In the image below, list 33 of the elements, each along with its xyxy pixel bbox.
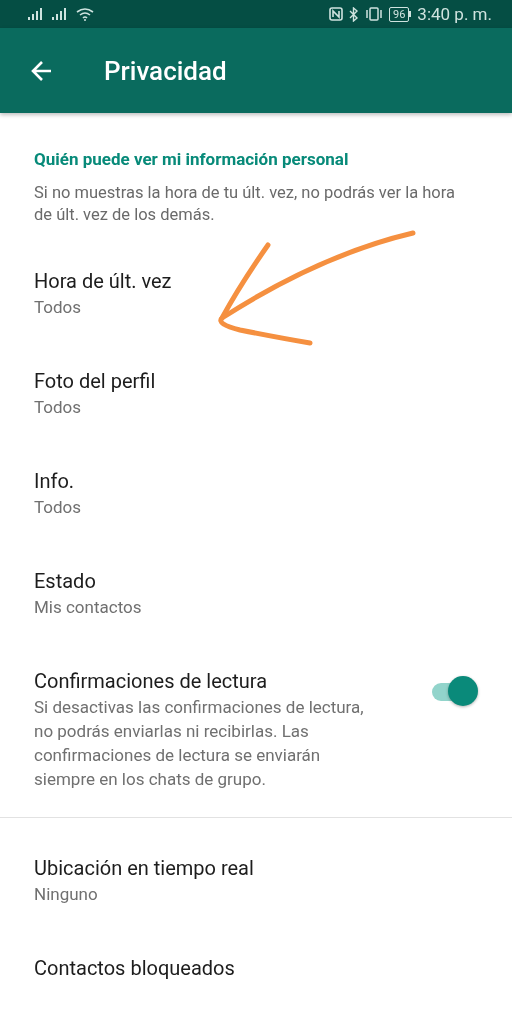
nfc-icon [329,7,343,21]
toggle-switch[interactable] [432,675,478,705]
item-title: Hora de últ. vez [34,268,173,295]
section-header: Quién puede ver mi información personal [34,148,350,171]
item-summary: Mis contactos [34,596,143,619]
settings-item[interactable]: Contactos bloqueados [0,932,512,1008]
signal-icon [52,8,68,20]
item-summary: Todos [34,396,83,419]
screen-title: Privacidad [104,55,227,86]
section-description: Si no muestras la hora de tu últ. vez, no podrás ver la hora de últ. vez de los demás. [34,182,456,226]
item-summary: Todos [34,296,83,319]
vibrate-icon [365,7,383,21]
settings-item[interactable]: Info. Todos [0,445,512,545]
wifi-icon [76,7,94,21]
battery-icon: 96 [389,6,412,22]
bluetooth-icon [349,6,359,22]
clock-time: 3:40 p. m. [417,4,492,24]
item-summary: Si desactivas las confirmaciones de lectura, no podrás enviarlas ni recibirlas. Las confirmaciones de lectura se enviarán siempre en los chats de grupo. [34,696,365,791]
item-title: Contactos bloqueados [34,955,236,982]
settings-item[interactable]: Foto del perfil Todos [0,345,512,445]
settings-item[interactable]: Estado Mis contactos [0,545,512,645]
signal-icon [28,8,44,20]
settings-item[interactable]: Confirmaciones de lectura Si desactivas las confirmaciones de lectura, no podrás enviarlas ni recibirlas. Las confirmaciones de lectura se enviarán siempre en los chats de grupo. [0,645,512,817]
settings-item[interactable]: Hora de últ. vez Todos [0,245,512,345]
item-summary: Todos [34,496,83,519]
item-title: Foto del perfil [34,368,157,395]
item-summary: Ninguno [34,883,99,906]
settings-item[interactable]: Ubicación en tiempo real Ninguno [0,818,512,932]
item-title: Ubicación en tiempo real [34,855,255,882]
item-title: Info. [34,468,76,495]
back-arrow-icon [30,58,54,83]
item-title: Confirmaciones de lectura [34,668,269,695]
item-title: Estado [34,568,97,595]
